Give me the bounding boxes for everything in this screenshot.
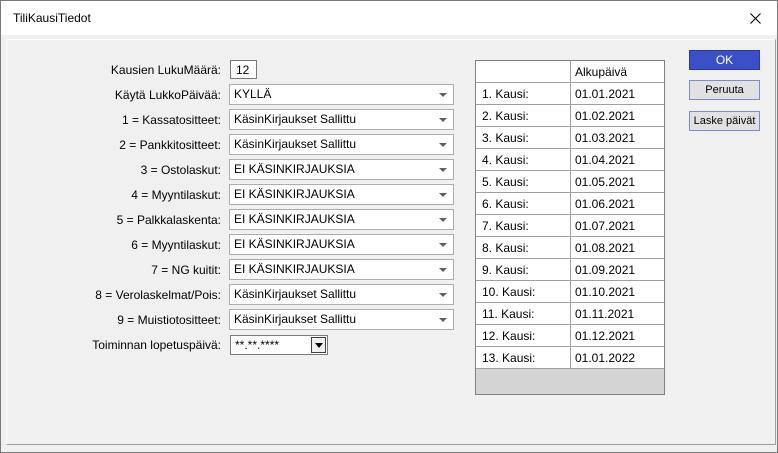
grid-header-start-date: Alkupäivä xyxy=(571,61,664,83)
select-value: KäsinKirjaukset Sallittu xyxy=(234,112,357,126)
dialog-window: TiliKausiTiedot Kausien LukuMäärä: 12 Kä… xyxy=(0,0,778,453)
kassatositteet-select[interactable]: KäsinKirjaukset Sallittu xyxy=(229,109,454,130)
table-row[interactable]: 6. Kausi: 01.06.2021 xyxy=(476,193,664,215)
table-row[interactable]: 11. Kausi: 01.11.2021 xyxy=(476,303,664,325)
muistiotositteet-select[interactable]: KäsinKirjaukset Sallittu xyxy=(229,309,454,330)
verolaskelmat-label: 8 = Verolaskelmat/Pois: xyxy=(95,288,221,302)
chevron-down-icon xyxy=(439,93,447,97)
select-value: KäsinKirjaukset Sallittu xyxy=(234,137,357,151)
period-date-cell[interactable]: 01.11.2021 xyxy=(571,303,664,325)
ng-kuitit-select[interactable]: EI KÄSINKIRJAUKSIA xyxy=(229,259,454,280)
end-date-value: **.**.**** xyxy=(235,338,280,352)
table-row[interactable]: 2. Kausi: 01.02.2021 xyxy=(476,105,664,127)
period-date-cell[interactable]: 01.06.2021 xyxy=(571,193,664,215)
muistiotositteet-label: 9 = Muistiotositteet: xyxy=(117,313,221,327)
table-row[interactable]: 7. Kausi: 01.07.2021 xyxy=(476,215,664,237)
chevron-down-icon xyxy=(315,343,323,348)
calculate-dates-button[interactable]: Laske päivät xyxy=(689,111,760,131)
close-icon xyxy=(750,13,761,24)
period-count-label: Kausien LukuMäärä: xyxy=(110,63,221,77)
period-date-cell[interactable]: 01.08.2021 xyxy=(571,237,664,259)
period-date-cell[interactable]: 01.09.2021 xyxy=(571,259,664,281)
period-date-cell[interactable]: 01.03.2021 xyxy=(571,127,664,149)
ostolaskut-select[interactable]: EI KÄSINKIRJAUKSIA xyxy=(229,159,454,180)
period-name-cell: 6. Kausi: xyxy=(476,193,571,215)
table-row[interactable]: 5. Kausi: 01.05.2021 xyxy=(476,171,664,193)
period-name-cell: 2. Kausi: xyxy=(476,105,571,127)
pankkitositteet-select[interactable]: KäsinKirjaukset Sallittu xyxy=(229,134,454,155)
title-bar[interactable]: TiliKausiTiedot xyxy=(1,1,777,35)
chevron-down-icon xyxy=(439,243,447,247)
select-value: KYLLÄ xyxy=(234,87,272,101)
table-row[interactable]: 8. Kausi: 01.08.2021 xyxy=(476,237,664,259)
chevron-down-icon xyxy=(439,318,447,322)
select-value: EI KÄSINKIRJAUKSIA xyxy=(234,212,355,226)
end-date-label: Toiminnan lopetuspäivä: xyxy=(92,338,221,352)
cancel-button[interactable]: Peruuta xyxy=(689,80,760,100)
period-date-cell[interactable]: 01.10.2021 xyxy=(571,281,664,303)
myyntilaskut-4-select[interactable]: EI KÄSINKIRJAUKSIA xyxy=(229,184,454,205)
select-value: EI KÄSINKIRJAUKSIA xyxy=(234,187,355,201)
myyntilaskut-6-select[interactable]: EI KÄSINKIRJAUKSIA xyxy=(229,234,454,255)
period-date-cell[interactable]: 01.01.2022 xyxy=(571,347,664,369)
window-title: TiliKausiTiedot xyxy=(13,11,91,25)
verolaskelmat-select[interactable]: KäsinKirjaukset Sallittu xyxy=(229,284,454,305)
period-name-cell: 5. Kausi: xyxy=(476,171,571,193)
period-name-cell: 1. Kausi: xyxy=(476,83,571,105)
table-row[interactable]: 1. Kausi: 01.01.2021 xyxy=(476,83,664,105)
chevron-down-icon xyxy=(439,218,447,222)
table-row[interactable]: 9. Kausi: 01.09.2021 xyxy=(476,259,664,281)
close-button[interactable] xyxy=(737,3,773,33)
period-count-input[interactable]: 12 xyxy=(230,60,257,79)
chevron-down-icon xyxy=(439,143,447,147)
period-date-cell[interactable]: 01.05.2021 xyxy=(571,171,664,193)
ok-button[interactable]: OK xyxy=(689,50,760,70)
chevron-down-icon xyxy=(439,293,447,297)
period-grid[interactable]: Alkupäivä 1. Kausi: 01.01.2021 2. Kausi: 0… xyxy=(475,60,665,395)
ostolaskut-label: 3 = Ostolaskut: xyxy=(140,163,221,177)
period-name-cell: 12. Kausi: xyxy=(476,325,571,347)
period-date-cell[interactable]: 01.07.2021 xyxy=(571,215,664,237)
use-lock-date-label: Käytä LukkoPäivää: xyxy=(114,88,221,102)
select-value: KäsinKirjaukset Sallittu xyxy=(234,312,357,326)
period-name-cell: 4. Kausi: xyxy=(476,149,571,171)
grid-header-cell xyxy=(476,61,571,83)
period-name-cell: 11. Kausi: xyxy=(476,303,571,325)
chevron-down-icon xyxy=(439,118,447,122)
table-row[interactable]: 13. Kausi: 01.01.2022 xyxy=(476,347,664,369)
date-dropdown-button[interactable] xyxy=(311,337,326,353)
use-lock-date-select[interactable]: KYLLÄ xyxy=(229,84,454,105)
palkkalaskenta-select[interactable]: EI KÄSINKIRJAUKSIA xyxy=(229,209,454,230)
grid-header-row: Alkupäivä xyxy=(476,61,664,83)
myyntilaskut-4-label: 4 = Myyntilaskut: xyxy=(131,188,221,202)
period-name-cell: 10. Kausi: xyxy=(476,281,571,303)
period-name-cell: 3. Kausi: xyxy=(476,127,571,149)
end-date-picker[interactable]: **.**.**** xyxy=(230,335,328,355)
select-value: EI KÄSINKIRJAUKSIA xyxy=(234,162,355,176)
table-row[interactable]: 3. Kausi: 01.03.2021 xyxy=(476,127,664,149)
table-row[interactable]: 4. Kausi: 01.04.2021 xyxy=(476,149,664,171)
table-row[interactable]: 10. Kausi: 01.10.2021 xyxy=(476,281,664,303)
period-name-cell: 7. Kausi: xyxy=(476,215,571,237)
select-value: KäsinKirjaukset Sallittu xyxy=(234,287,357,301)
period-date-cell[interactable]: 01.04.2021 xyxy=(571,149,664,171)
pankkitositteet-label: 2 = Pankkitositteet: xyxy=(119,138,221,152)
table-row[interactable]: 12. Kausi: 01.12.2021 xyxy=(476,325,664,347)
period-name-cell: 8. Kausi: xyxy=(476,237,571,259)
period-date-cell[interactable]: 01.02.2021 xyxy=(571,105,664,127)
ng-kuitit-label: 7 = NG kuitit: xyxy=(151,263,221,277)
select-value: EI KÄSINKIRJAUKSIA xyxy=(234,262,355,276)
kassatositteet-label: 1 = Kassatositteet: xyxy=(121,113,221,127)
chevron-down-icon xyxy=(439,168,447,172)
chevron-down-icon xyxy=(439,193,447,197)
period-name-cell: 13. Kausi: xyxy=(476,347,571,369)
period-date-cell[interactable]: 01.01.2021 xyxy=(571,83,664,105)
select-value: EI KÄSINKIRJAUKSIA xyxy=(234,237,355,251)
period-date-cell[interactable]: 01.12.2021 xyxy=(571,325,664,347)
palkkalaskenta-label: 5 = Palkkalaskenta: xyxy=(116,213,221,227)
period-name-cell: 9. Kausi: xyxy=(476,259,571,281)
chevron-down-icon xyxy=(439,268,447,272)
myyntilaskut-6-label: 6 = Myyntilaskut: xyxy=(131,238,221,252)
